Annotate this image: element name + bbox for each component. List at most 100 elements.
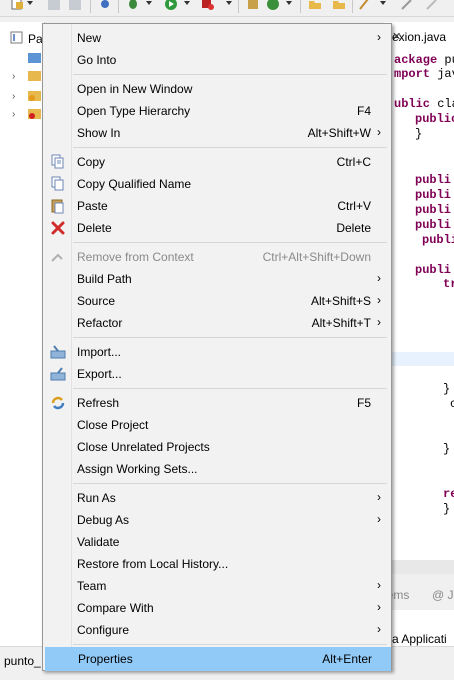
expand-chevron-icon[interactable]: › [12,91,15,102]
menu-item-go-into[interactable]: Go Into [45,49,389,71]
delete-icon [51,221,65,235]
new-dropdown-arrow[interactable] [27,1,33,5]
submenu-arrow-icon: › [377,271,381,285]
menu-item-team[interactable]: Team › [45,575,389,597]
debug-dropdown-arrow[interactable] [146,1,152,5]
copy-qualified-icon [51,176,64,191]
tree-item[interactable]: › [0,68,44,84]
menu-item-restore-from-local-history[interactable]: Restore from Local History... [45,553,389,575]
menu-item-label: Remove from Context [77,250,194,264]
code-line: } [415,127,423,141]
menu-item-refactor[interactable]: Refactor Alt+Shift+T › [45,312,389,334]
menu-item-shortcut: Ctrl+V [337,199,371,213]
run-icon[interactable] [164,0,178,11]
submenu-arrow-icon: › [377,293,381,307]
menu-item-copy[interactable]: Copy Ctrl+C [45,151,389,173]
code-line: tr [443,277,454,291]
menu-item-paste[interactable]: Paste Ctrl+V [45,195,389,217]
menu-item-remove-from-context[interactable]: Remove from Context Ctrl+Alt+Shift+Down [45,246,389,268]
package-explorer: Pa › › › [0,22,45,646]
menu-item-debug-as[interactable]: Debug As › [45,509,389,531]
annotation-icon[interactable] [425,0,439,11]
new-java-package-icon[interactable] [246,0,260,11]
new-file-icon[interactable] [10,0,24,11]
close-icon[interactable]: ✕ [392,30,452,43]
menu-item-configure[interactable]: Configure › [45,619,389,641]
menu-item-new[interactable]: New › [45,27,389,49]
menu-item-import[interactable]: Import... [45,341,389,363]
menu-item-close-project[interactable]: Close Project [45,414,389,436]
code-line: publi [415,218,452,232]
menu-separator [73,74,387,75]
copy-icon [51,154,64,169]
menu-item-export[interactable]: Export... [45,363,389,385]
tab-javadoc[interactable]: @ J [432,588,454,602]
menu-item-run-as[interactable]: Run As › [45,487,389,509]
menu-item-label: Compare With [77,601,154,615]
tree-item[interactable]: › [0,88,44,104]
debug-icon[interactable] [126,0,140,11]
external-tools-dropdown-arrow[interactable] [226,1,232,5]
search-dropdown-arrow[interactable] [380,1,386,5]
editor-horizontal-scrollbar[interactable] [384,560,454,574]
code-line: re [443,487,454,501]
menu-item-shortcut: Alt+Shift+W [307,126,371,140]
code-line: mport jav [394,67,454,81]
current-line-highlight [384,352,454,366]
pin-icon[interactable] [98,0,112,11]
code-line: publi [415,188,452,202]
run-dropdown-arrow[interactable] [184,1,190,5]
context-menu: New › Go Into Open in New Window Open Ty… [42,23,392,671]
open-folder-icon[interactable] [332,0,346,11]
submenu-arrow-icon: › [377,30,381,44]
open-type-icon[interactable] [308,0,322,11]
menu-item-source[interactable]: Source Alt+Shift+S › [45,290,389,312]
menu-item-label: New [77,31,102,45]
edit-pencil-icon[interactable] [400,0,414,11]
code-line: publi [415,203,452,217]
tree-item[interactable] [0,50,44,66]
save-all-icon[interactable] [68,0,82,11]
package-explorer-tab[interactable]: Pa [6,28,46,48]
menu-item-label: Assign Working Sets... [77,462,198,476]
menu-item-show-in[interactable]: Show In Alt+Shift+W › [45,122,389,144]
tree-item[interactable]: › [0,106,44,122]
bottom-panel-tabs: lems @ J [384,582,454,608]
menu-item-properties[interactable]: Properties Alt+Enter [45,647,391,671]
expand-chevron-icon[interactable]: › [12,109,15,120]
menu-item-shortcut: F4 [356,104,371,118]
menu-item-label: Close Unrelated Projects [77,440,210,454]
menu-item-open-type-hierarchy[interactable]: Open Type Hierarchy F4 [45,100,389,122]
menu-item-label: Open Type Hierarchy [77,104,191,118]
folder-icon [28,53,41,63]
menu-item-delete[interactable]: Delete Delete [45,217,389,239]
external-tools-icon[interactable] [200,0,214,11]
menu-item-compare-with[interactable]: Compare With › [45,597,389,619]
submenu-arrow-icon: › [377,125,381,139]
menu-item-validate[interactable]: Validate [45,531,389,553]
toolbar-separator [238,0,239,13]
menu-item-open-in-new-window[interactable]: Open in New Window [45,78,389,100]
expand-chevron-icon[interactable]: › [12,71,15,82]
menu-item-build-path[interactable]: Build Path › [45,268,389,290]
editor-tab[interactable]: exion.java ✕ [384,25,454,51]
code-line: } [443,382,451,396]
menu-item-copy-qualified-name[interactable]: Copy Qualified Name [45,173,389,195]
main-toolbar [0,0,454,17]
menu-item-shortcut: Ctrl+Alt+Shift+Down [262,250,371,264]
menu-item-refresh[interactable]: Refresh F5 [45,392,389,414]
save-icon[interactable] [47,0,61,11]
search-tool-icon[interactable] [358,0,372,11]
menu-item-label: Restore from Local History... [77,557,229,571]
java-editor[interactable]: exion.java ✕ ackage pu mport jav ublic c… [384,22,454,562]
new-java-class-icon[interactable] [266,0,280,11]
new-class-dropdown-arrow[interactable] [286,1,292,5]
menu-item-label: Properties [78,652,133,666]
paste-icon [51,199,64,214]
toolbar-separator [118,0,119,13]
menu-item-assign-working-sets[interactable]: Assign Working Sets... [45,458,389,480]
project-folder-icon [28,71,41,81]
menu-item-close-unrelated-projects[interactable]: Close Unrelated Projects [45,436,389,458]
status-text: punto_ [4,654,41,668]
code-line: ublic cla [394,97,454,111]
